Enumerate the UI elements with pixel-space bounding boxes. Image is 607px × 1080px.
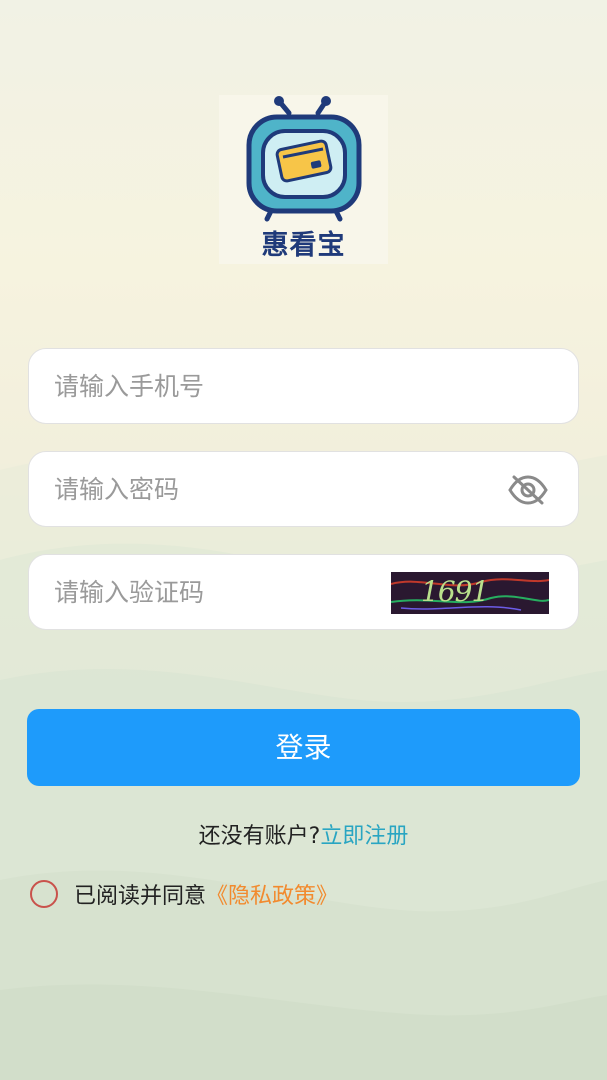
captcha-field[interactable]: 1691 [28,554,579,630]
captcha-input[interactable] [54,555,394,629]
eye-off-icon[interactable] [508,474,548,506]
agree-text: 已阅读并同意 [74,884,207,909]
app-logo: 惠看宝 [219,95,388,264]
phone-input[interactable] [54,349,394,423]
captcha-image[interactable]: 1691 [391,572,549,614]
agree-radio[interactable] [30,880,58,908]
tv-icon [246,96,362,222]
password-field[interactable] [28,451,579,527]
password-input[interactable] [54,452,394,526]
logo-text: 惠看宝 [261,230,346,261]
captcha-text: 1691 [421,575,489,608]
privacy-policy-link[interactable]: 《隐私政策》 [206,878,338,910]
register-link[interactable]: 立即注册 [320,824,408,849]
phone-field[interactable] [28,348,579,424]
no-account-text: 还没有账户? [198,824,321,849]
login-button[interactable]: 登录 [27,709,580,786]
register-row: 还没有账户?立即注册 [0,818,607,850]
agreement-row: 已阅读并同意 《隐私政策》 [30,877,338,911]
